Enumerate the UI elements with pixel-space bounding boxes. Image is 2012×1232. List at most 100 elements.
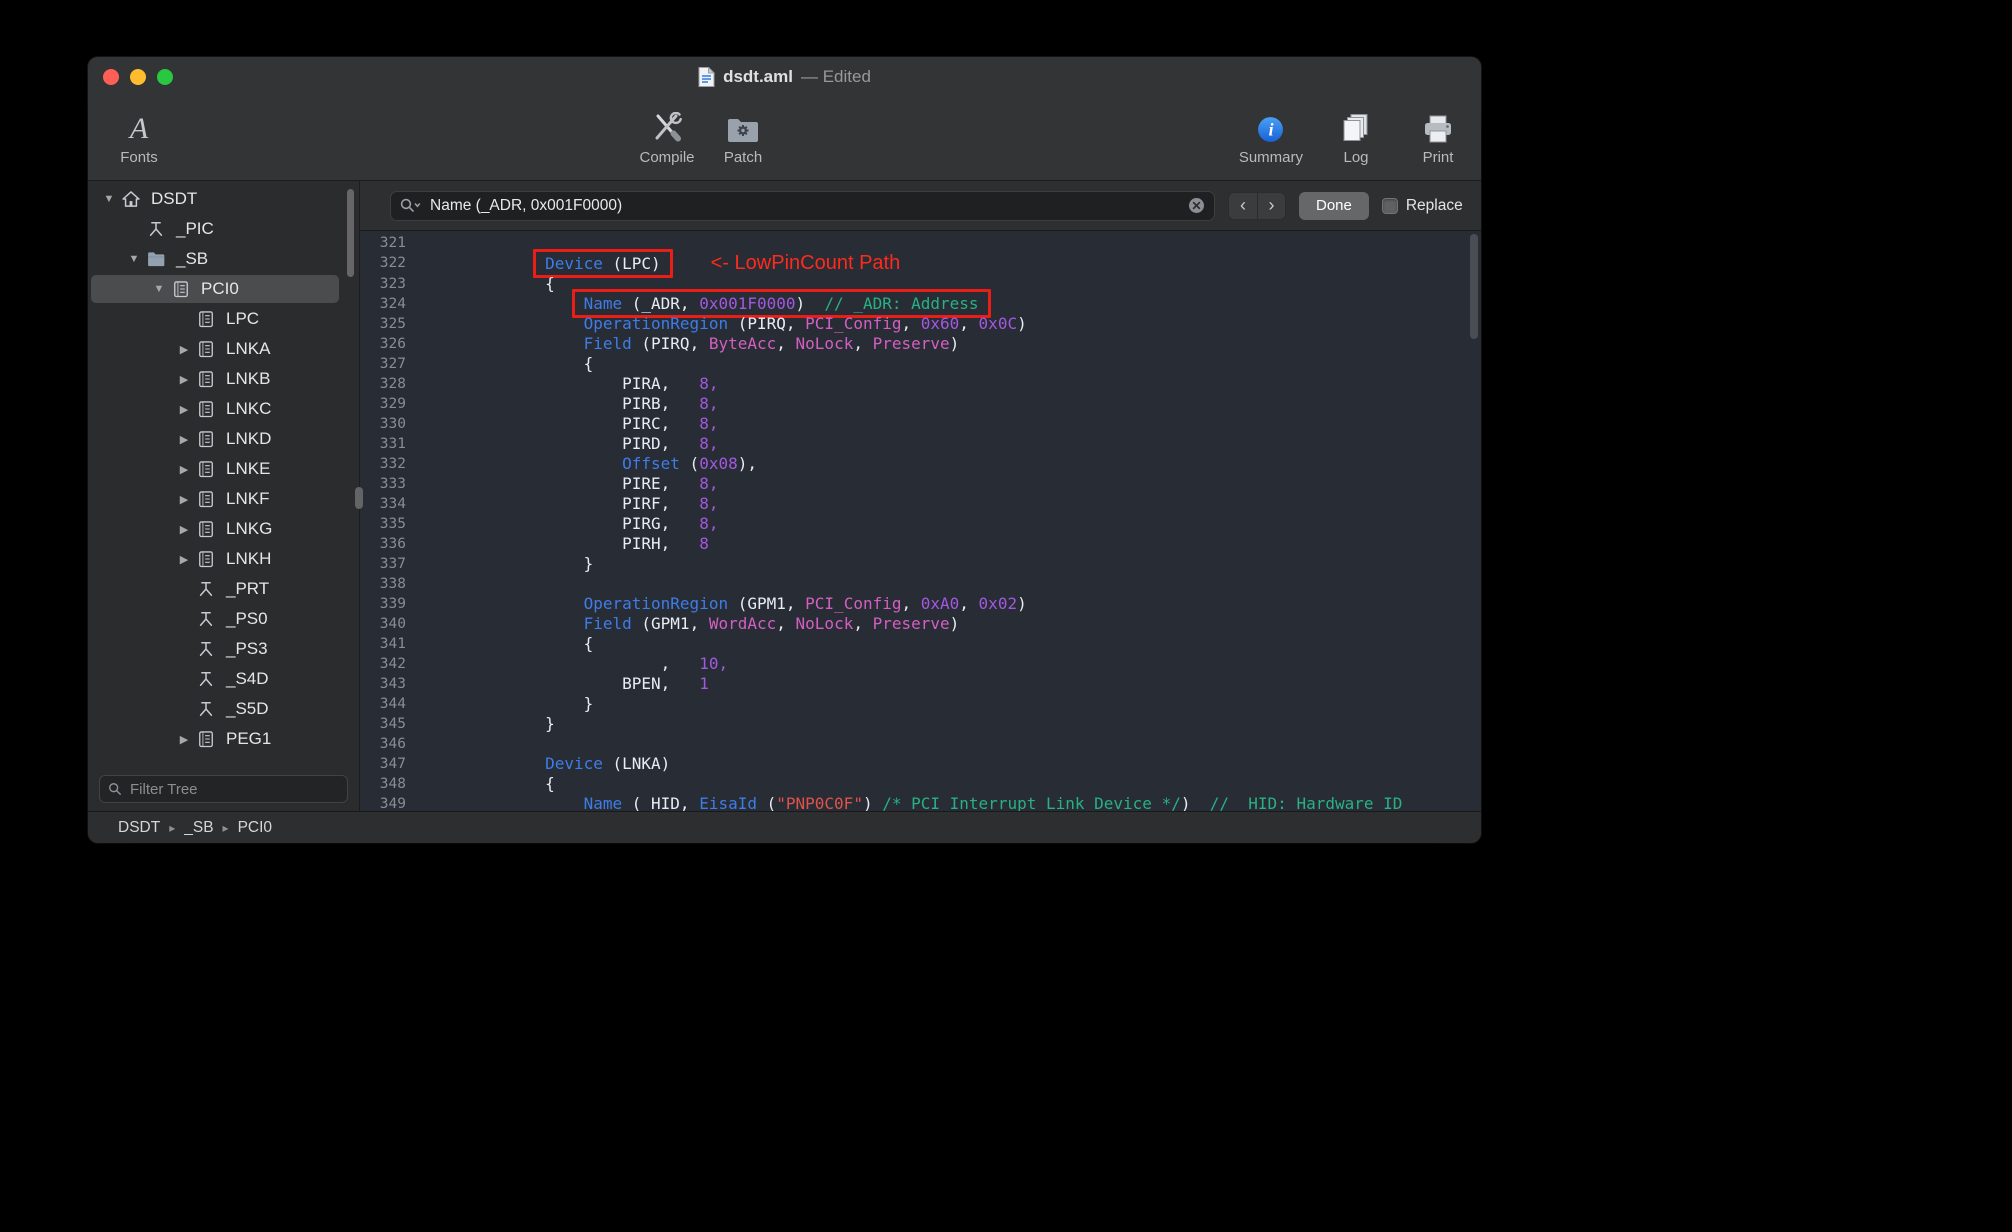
- disclosure-closed-icon[interactable]: ▶: [173, 373, 195, 386]
- code-line-328[interactable]: 328 PIRA, 8,: [360, 374, 1481, 394]
- code-line-344[interactable]: 344 }: [360, 694, 1481, 714]
- minimize-button[interactable]: [130, 69, 146, 85]
- tree-item-_ps3[interactable]: _PS3: [88, 634, 359, 664]
- compile-button[interactable]: Compile: [638, 106, 696, 166]
- code-line-347[interactable]: 347 Device (LNKA): [360, 754, 1481, 774]
- code-line-text: {: [416, 354, 594, 374]
- tree-item-pci0[interactable]: ▼ PCI0: [88, 274, 359, 304]
- tree-item-lnkc[interactable]: ▶ LNKC: [88, 394, 359, 424]
- clear-search-icon[interactable]: [1188, 197, 1205, 214]
- disclosure-closed-icon[interactable]: ▶: [173, 403, 195, 416]
- code-line-334[interactable]: 334 PIRF, 8,: [360, 494, 1481, 514]
- line-number: 324: [379, 296, 406, 312]
- code-line-327[interactable]: 327 {: [360, 354, 1481, 374]
- code-line-341[interactable]: 341 {: [360, 634, 1481, 654]
- tree-item-lnkh[interactable]: ▶ LNKH: [88, 544, 359, 574]
- code-line-326[interactable]: 326 Field (PIRQ, ByteAcc, NoLock, Preser…: [360, 334, 1481, 354]
- tree-item-lnke[interactable]: ▶ LNKE: [88, 454, 359, 484]
- tree-item-_pic[interactable]: _PIC: [88, 214, 359, 244]
- code-line-346[interactable]: 346: [360, 734, 1481, 754]
- replace-checkbox[interactable]: [1381, 197, 1398, 214]
- disclosure-closed-icon[interactable]: ▶: [173, 553, 195, 566]
- code-token: ): [1017, 594, 1027, 613]
- tree-item-lnkd[interactable]: ▶ LNKD: [88, 424, 359, 454]
- search-menu-icon[interactable]: [400, 198, 421, 213]
- search-input[interactable]: [428, 195, 1181, 216]
- splitter-handle[interactable]: [355, 487, 363, 509]
- tree-item-lnka[interactable]: ▶ LNKA: [88, 334, 359, 364]
- tree-item-_sb[interactable]: ▼ _SB: [88, 244, 359, 274]
- code-line-342[interactable]: 342 , 10,: [360, 654, 1481, 674]
- code-line-336[interactable]: 336 PIRH, 8: [360, 534, 1481, 554]
- disclosure-open-icon[interactable]: ▼: [123, 253, 145, 265]
- tree-item-_s4d[interactable]: _S4D: [88, 664, 359, 694]
- code-line-338[interactable]: 338: [360, 574, 1481, 594]
- search-field[interactable]: [390, 190, 1215, 221]
- code-editor[interactable]: 321 322 Device (LPC) <- LowPinCount Path 32…: [360, 231, 1481, 811]
- code-line-345[interactable]: 345 }: [360, 714, 1481, 734]
- breadcrumb-item-sb[interactable]: _SB: [184, 819, 213, 837]
- breadcrumb-item-pci0[interactable]: PCI0: [238, 819, 272, 837]
- code-line-335[interactable]: 335 PIRG, 8,: [360, 514, 1481, 534]
- tree-item-lnkb[interactable]: ▶ LNKB: [88, 364, 359, 394]
- code-line-340[interactable]: 340 Field (GPM1, WordAcc, NoLock, Preser…: [360, 614, 1481, 634]
- code-line-325[interactable]: 325 OperationRegion (PIRQ, PCI_Config, 0…: [360, 314, 1481, 334]
- editor-scrollbar[interactable]: [1470, 234, 1478, 339]
- code-token: ,: [901, 594, 921, 613]
- disclosure-closed-icon[interactable]: ▶: [173, 493, 195, 506]
- tree-item-lpc[interactable]: LPC: [88, 304, 359, 334]
- tree-item-lnkg[interactable]: ▶ LNKG: [88, 514, 359, 544]
- code-line-331[interactable]: 331 PIRD, 8,: [360, 434, 1481, 454]
- code-line-337[interactable]: 337 }: [360, 554, 1481, 574]
- close-button[interactable]: [103, 69, 119, 85]
- window-title: dsdt.aml — Edited: [698, 67, 871, 87]
- code-line-321[interactable]: 321: [360, 233, 1481, 253]
- tree-item-dsdt[interactable]: ▼ DSDT: [88, 184, 359, 214]
- disclosure-closed-icon[interactable]: ▶: [173, 523, 195, 536]
- code-line-324[interactable]: 324 Name (_ADR, 0x001F0000) // _ADR: Add…: [360, 289, 1481, 318]
- code-token: PIRE,: [468, 474, 700, 493]
- disclosure-open-icon[interactable]: ▼: [148, 283, 170, 295]
- code-line-348[interactable]: 348 {: [360, 774, 1481, 794]
- patch-button[interactable]: Patch: [714, 106, 772, 166]
- fonts-button[interactable]: A Fonts: [110, 106, 168, 167]
- code-token: {: [468, 634, 594, 653]
- code-line-text: }: [416, 554, 594, 574]
- code-line-333[interactable]: 333 PIRE, 8,: [360, 474, 1481, 494]
- summary-button[interactable]: i Summary: [1239, 106, 1303, 166]
- disclosure-open-icon[interactable]: ▼: [98, 193, 120, 205]
- tree-item-_ps0[interactable]: _PS0: [88, 604, 359, 634]
- code-line-text: Name (_HID, EisaId ("PNP0C0F") /* PCI In…: [416, 794, 1403, 811]
- code-line-330[interactable]: 330 PIRC, 8,: [360, 414, 1481, 434]
- tree-item-_s5d[interactable]: _S5D: [88, 694, 359, 724]
- sidebar-scrollbar[interactable]: [347, 189, 354, 277]
- filter-tree-input[interactable]: [128, 779, 339, 799]
- find-previous-button[interactable]: ‹: [1229, 193, 1257, 219]
- tree-item-_prt[interactable]: _PRT: [88, 574, 359, 604]
- disclosure-closed-icon[interactable]: ▶: [173, 433, 195, 446]
- code-token: (PIRQ,: [631, 334, 709, 353]
- code-line-339[interactable]: 339 OperationRegion (GPM1, PCI_Config, 0…: [360, 594, 1481, 614]
- find-next-button[interactable]: ›: [1257, 192, 1285, 219]
- disclosure-closed-icon[interactable]: ▶: [173, 463, 195, 476]
- log-button[interactable]: Log: [1327, 106, 1385, 166]
- filter-tree-field[interactable]: [99, 775, 348, 803]
- breadcrumb-item-dsdt[interactable]: DSDT: [118, 819, 160, 837]
- code-line-329[interactable]: 329 PIRB, 8,: [360, 394, 1481, 414]
- code-line-322[interactable]: 322 Device (LPC) <- LowPinCount Path: [360, 249, 1481, 278]
- print-button[interactable]: Print: [1409, 106, 1467, 166]
- replace-toggle[interactable]: Replace: [1381, 197, 1463, 215]
- zoom-button[interactable]: [157, 69, 173, 85]
- code-token: Field: [583, 614, 632, 633]
- code-line-349[interactable]: 349 Name (_HID, EisaId ("PNP0C0F") /* PC…: [360, 794, 1481, 811]
- disclosure-closed-icon[interactable]: ▶: [173, 733, 195, 746]
- code-line-343[interactable]: 343 BPEN, 1: [360, 674, 1481, 694]
- code-token: Device: [545, 754, 603, 773]
- disclosure-closed-icon[interactable]: ▶: [173, 343, 195, 356]
- tree-item-lnkf[interactable]: ▶ LNKF: [88, 484, 359, 514]
- titlebar[interactable]: dsdt.aml — Edited: [88, 57, 1481, 97]
- tree-item-peg1[interactable]: ▶ PEG1: [88, 724, 359, 754]
- done-button[interactable]: Done: [1299, 191, 1369, 220]
- code-line-332[interactable]: 332 Offset (0x08),: [360, 454, 1481, 474]
